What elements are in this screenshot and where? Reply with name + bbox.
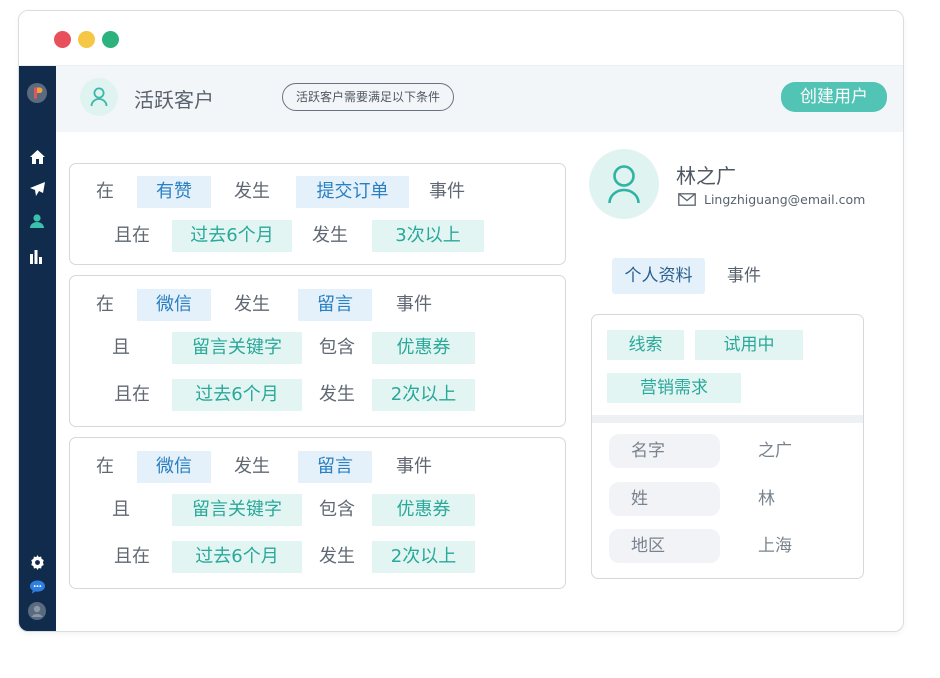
- rule-row: 且在 过去6个月 发生 2次以上: [70, 541, 565, 573]
- profile-name: 林之广: [676, 164, 736, 188]
- rule-verb: 发生: [319, 546, 355, 567]
- sidebar: [19, 66, 56, 631]
- rule-verb: 发生: [234, 456, 270, 477]
- rule-connector: 在: [96, 181, 114, 202]
- panel-divider: [592, 415, 863, 423]
- keyword-field-tag[interactable]: 留言关键字: [172, 332, 302, 364]
- send-icon[interactable]: [28, 180, 46, 198]
- profile-tag[interactable]: 线索: [607, 330, 684, 360]
- rule-connector: 且在: [114, 546, 150, 567]
- close-window-button[interactable]: [54, 31, 71, 48]
- maximize-window-button[interactable]: [102, 31, 119, 48]
- rule-row: 且 留言关键字 包含 优惠券: [70, 494, 565, 526]
- event-tag[interactable]: 提交订单: [296, 176, 409, 208]
- keyword-value-tag[interactable]: 优惠券: [372, 332, 475, 364]
- channel-tag[interactable]: 微信: [137, 451, 211, 483]
- page-title: 活跃客户: [134, 88, 214, 112]
- chat-icon[interactable]: [28, 578, 46, 596]
- segment-icon: [80, 78, 118, 116]
- channel-tag[interactable]: 微信: [137, 289, 211, 321]
- minimize-window-button[interactable]: [78, 31, 95, 48]
- rule-row: 在 有赞 发生 提交订单 事件: [70, 176, 565, 208]
- rule-row: 且在 过去6个月 发生 2次以上: [70, 379, 565, 411]
- rule-operator: 包含: [319, 499, 355, 520]
- rule-row: 且在 过去6个月 发生 3次以上: [70, 220, 565, 252]
- rule-card: 在 有赞 发生 提交订单 事件 且在 过去6个月 发生 3次以上: [69, 163, 566, 265]
- field-label-last-name: 姓: [609, 482, 720, 516]
- keyword-field-tag[interactable]: 留言关键字: [172, 494, 302, 526]
- event-tag[interactable]: 留言: [298, 451, 372, 483]
- bar-chart-icon[interactable]: [28, 248, 46, 266]
- rule-suffix: 事件: [429, 181, 465, 202]
- time-range-tag[interactable]: 过去6个月: [172, 379, 302, 411]
- rule-verb: 发生: [312, 225, 348, 246]
- rule-connector: 在: [96, 294, 114, 315]
- condition-badge[interactable]: 活跃客户需要满足以下条件: [282, 83, 455, 111]
- rule-card: 在 微信 发生 留言 事件 且 留言关键字 包含 优惠券 且在 过去6个月 发生…: [69, 275, 566, 427]
- rule-verb: 发生: [319, 384, 355, 405]
- rule-connector: 且在: [114, 384, 150, 405]
- rule-row: 在 微信 发生 留言 事件: [70, 451, 565, 483]
- profile-panel: 线索 试用中 营销需求 名字 之广 姓 林 地区 上海: [591, 314, 864, 579]
- rule-connector: 且: [112, 337, 130, 358]
- page-header: 活跃客户 活跃客户需要满足以下条件 创建用户: [56, 66, 903, 132]
- rule-operator: 包含: [319, 337, 355, 358]
- field-value-region: 上海: [758, 536, 792, 556]
- title-bar: [19, 11, 903, 66]
- rule-card: 在 微信 发生 留言 事件 且 留言关键字 包含 优惠券 且在 过去6个月 发生…: [69, 437, 566, 589]
- tab-events[interactable]: 事件: [718, 258, 770, 294]
- tab-profile[interactable]: 个人资料: [612, 258, 705, 294]
- rule-row: 在 微信 发生 留言 事件: [70, 289, 565, 321]
- profile-avatar: [589, 149, 659, 219]
- app-logo-icon[interactable]: [27, 83, 47, 103]
- user-icon[interactable]: [28, 212, 46, 230]
- email-text: Lingzhiguang@email.com: [704, 192, 866, 207]
- field-value-last-name: 林: [758, 489, 775, 509]
- rule-connector: 在: [96, 456, 114, 477]
- profile-tag[interactable]: 营销需求: [607, 373, 741, 403]
- frequency-tag[interactable]: 3次以上: [372, 220, 484, 252]
- profile-tag[interactable]: 试用中: [695, 330, 803, 360]
- field-value-first-name: 之广: [758, 441, 792, 461]
- rule-connector: 且在: [114, 225, 150, 246]
- avatar-icon[interactable]: [28, 602, 46, 620]
- channel-tag[interactable]: 有赞: [137, 176, 211, 208]
- frequency-tag[interactable]: 2次以上: [372, 379, 475, 411]
- gear-icon[interactable]: [28, 553, 46, 571]
- field-label-region: 地区: [609, 529, 720, 563]
- field-label-first-name: 名字: [609, 434, 720, 468]
- home-icon[interactable]: [28, 148, 46, 166]
- rule-suffix: 事件: [396, 456, 432, 477]
- rule-verb: 发生: [234, 181, 270, 202]
- time-range-tag[interactable]: 过去6个月: [172, 541, 302, 573]
- rule-row: 且 留言关键字 包含 优惠券: [70, 332, 565, 364]
- keyword-value-tag[interactable]: 优惠券: [372, 494, 475, 526]
- frequency-tag[interactable]: 2次以上: [372, 541, 475, 573]
- rule-connector: 且: [112, 499, 130, 520]
- time-range-tag[interactable]: 过去6个月: [172, 220, 292, 252]
- rule-suffix: 事件: [396, 294, 432, 315]
- rule-verb: 发生: [234, 294, 270, 315]
- profile-email: Lingzhiguang@email.com: [678, 192, 865, 207]
- mail-icon: [678, 193, 696, 206]
- create-user-button[interactable]: 创建用户: [781, 82, 887, 112]
- event-tag[interactable]: 留言: [298, 289, 372, 321]
